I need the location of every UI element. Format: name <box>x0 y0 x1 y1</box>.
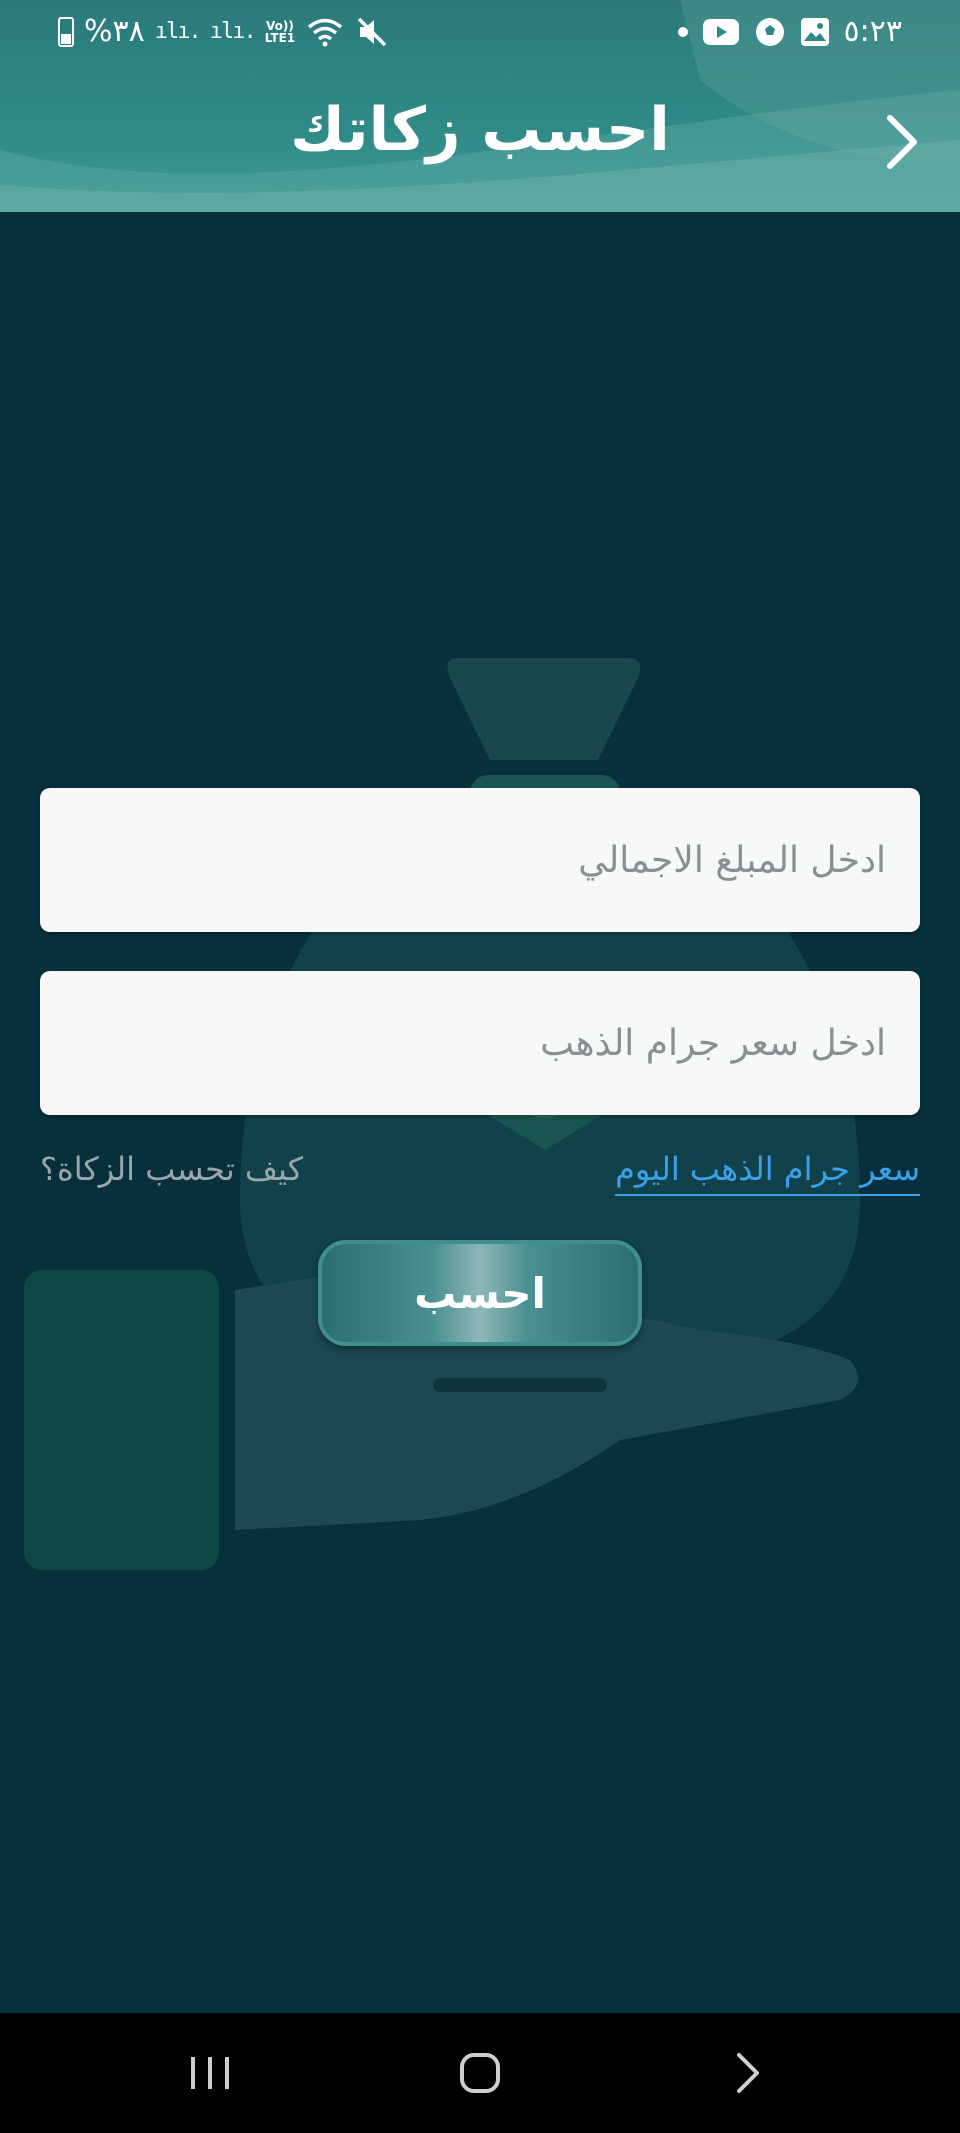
system-navigation-bar <box>0 2013 960 2133</box>
back-icon <box>737 2053 759 2093</box>
signal-icon: ılı. <box>154 19 202 44</box>
recent-apps-button[interactable] <box>110 2013 310 2133</box>
gold-gram-price-field[interactable] <box>40 971 920 1115</box>
back-button[interactable] <box>648 2013 848 2133</box>
status-left-group: %٣٨ ılı. ılı. Vo)) LTE1 <box>58 14 389 49</box>
gold-price-today-link[interactable]: سعر جرام الذهب اليوم <box>615 1150 920 1196</box>
gallery-icon <box>800 17 829 46</box>
calculate-button[interactable]: احسب <box>318 1240 642 1346</box>
wifi-icon <box>308 18 343 46</box>
back-chevron-icon[interactable] <box>882 112 922 172</box>
total-amount-input[interactable] <box>72 838 888 882</box>
zakat-calculator-screen: %٣٨ ılı. ılı. Vo)) LTE1 ٥:٢٣ احسب زكاتك … <box>0 0 960 2133</box>
home-icon <box>460 2053 500 2093</box>
page-title: احسب زكاتك <box>290 95 670 165</box>
how-to-calculate-link[interactable]: كيف تحسب الزكاة؟ <box>40 1150 303 1188</box>
status-bar: %٣٨ ılı. ılı. Vo)) LTE1 ٥:٢٣ <box>0 0 960 70</box>
battery-percentage: %٣٨ <box>84 14 145 49</box>
clock-time: ٥:٢٣ <box>843 14 902 49</box>
status-right-group: ٥:٢٣ <box>677 14 902 49</box>
battery-icon <box>58 16 74 47</box>
recent-apps-icon <box>191 2057 229 2089</box>
gold-gram-price-input[interactable] <box>72 1021 888 1065</box>
mute-icon <box>357 17 387 46</box>
youtube-icon <box>702 18 739 45</box>
notification-dot-icon <box>677 26 688 37</box>
signal-icon-2: ılı. <box>209 19 257 44</box>
football-icon <box>755 17 784 46</box>
home-button[interactable] <box>380 2013 580 2133</box>
app-header: %٣٨ ılı. ılı. Vo)) LTE1 ٥:٢٣ احسب زكاتك <box>0 0 960 212</box>
total-amount-field[interactable] <box>40 788 920 932</box>
volte-lte-icon: Vo)) LTE1 <box>265 20 295 44</box>
lte-label: LTE1 <box>264 30 296 45</box>
